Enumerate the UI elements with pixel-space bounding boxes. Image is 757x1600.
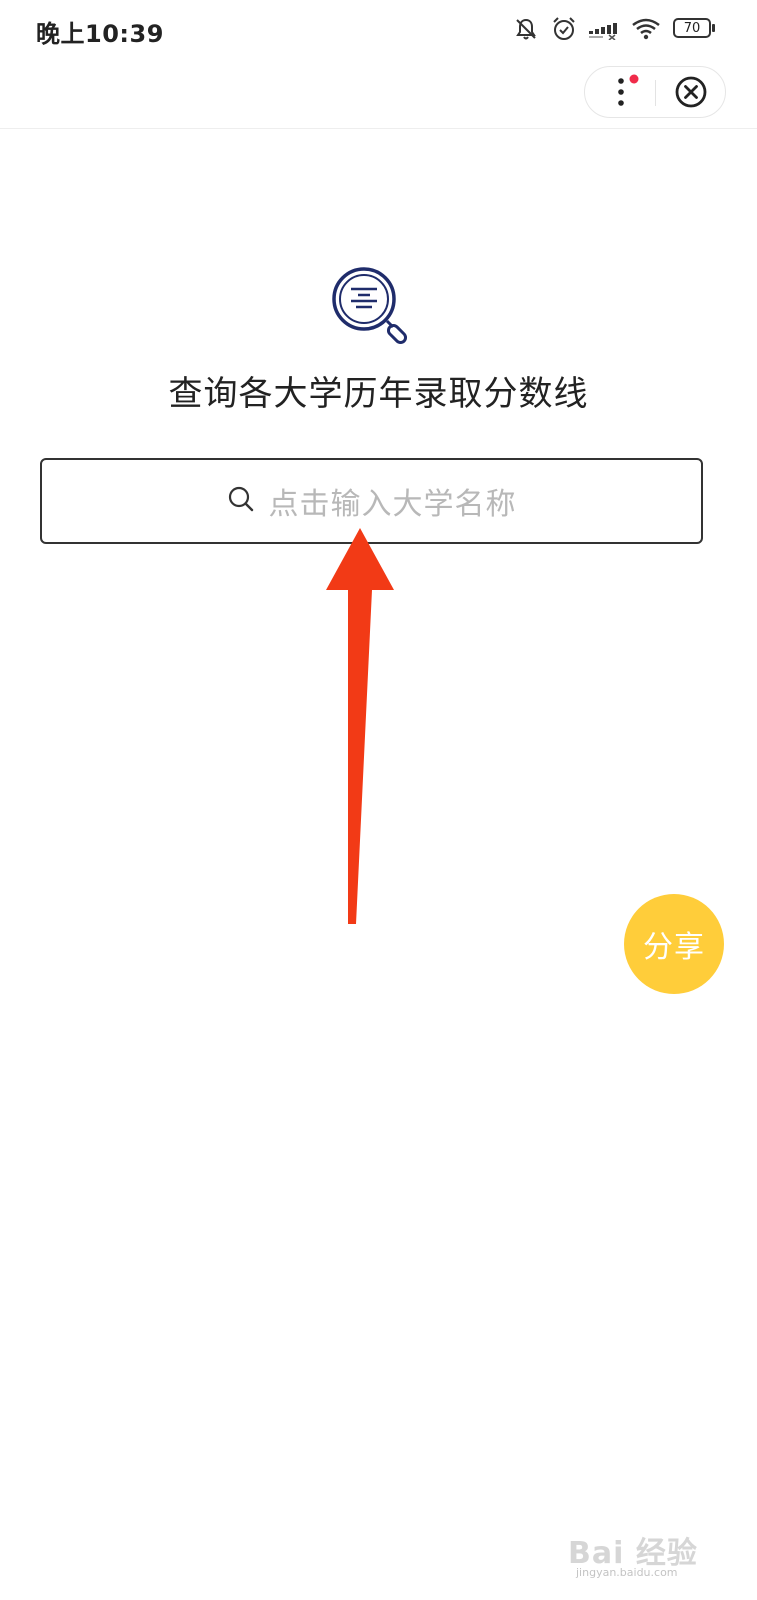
page-title: 查询各大学历年录取分数线 — [168, 374, 589, 414]
close-button[interactable] — [657, 67, 725, 117]
watermark-sub: jingyan.baidu.com — [576, 1566, 678, 1579]
status-bar: 晚上10:39 70 — [0, 0, 757, 64]
more-vertical-icon — [618, 74, 639, 106]
screen: 晚上10:39 70 查询各大学历年录取分数线 点击输入大学名称 分享 Bai … — [0, 0, 757, 1600]
wifi-icon — [631, 17, 661, 41]
battery-level: 70 — [673, 18, 711, 38]
battery-icon: 70 — [673, 18, 715, 40]
menu-capsule — [584, 66, 726, 118]
close-circle-icon — [675, 76, 707, 108]
capsule-divider — [655, 80, 656, 106]
signal-icon — [589, 18, 619, 40]
search-placeholder: 点击输入大学名称 — [268, 487, 517, 522]
annotation-arrow — [318, 526, 402, 928]
search-icon — [227, 485, 255, 517]
status-time: 晚上10:39 — [36, 20, 164, 48]
watermark: Bai 经验 jingyan.baidu.com — [568, 1512, 718, 1582]
search-document-icon — [330, 266, 414, 350]
header — [0, 64, 757, 129]
alarm-icon — [551, 16, 577, 42]
more-button[interactable] — [585, 67, 655, 117]
status-icons: 70 — [513, 16, 715, 42]
bell-muted-icon — [513, 16, 539, 42]
share-button[interactable]: 分享 — [624, 894, 724, 994]
